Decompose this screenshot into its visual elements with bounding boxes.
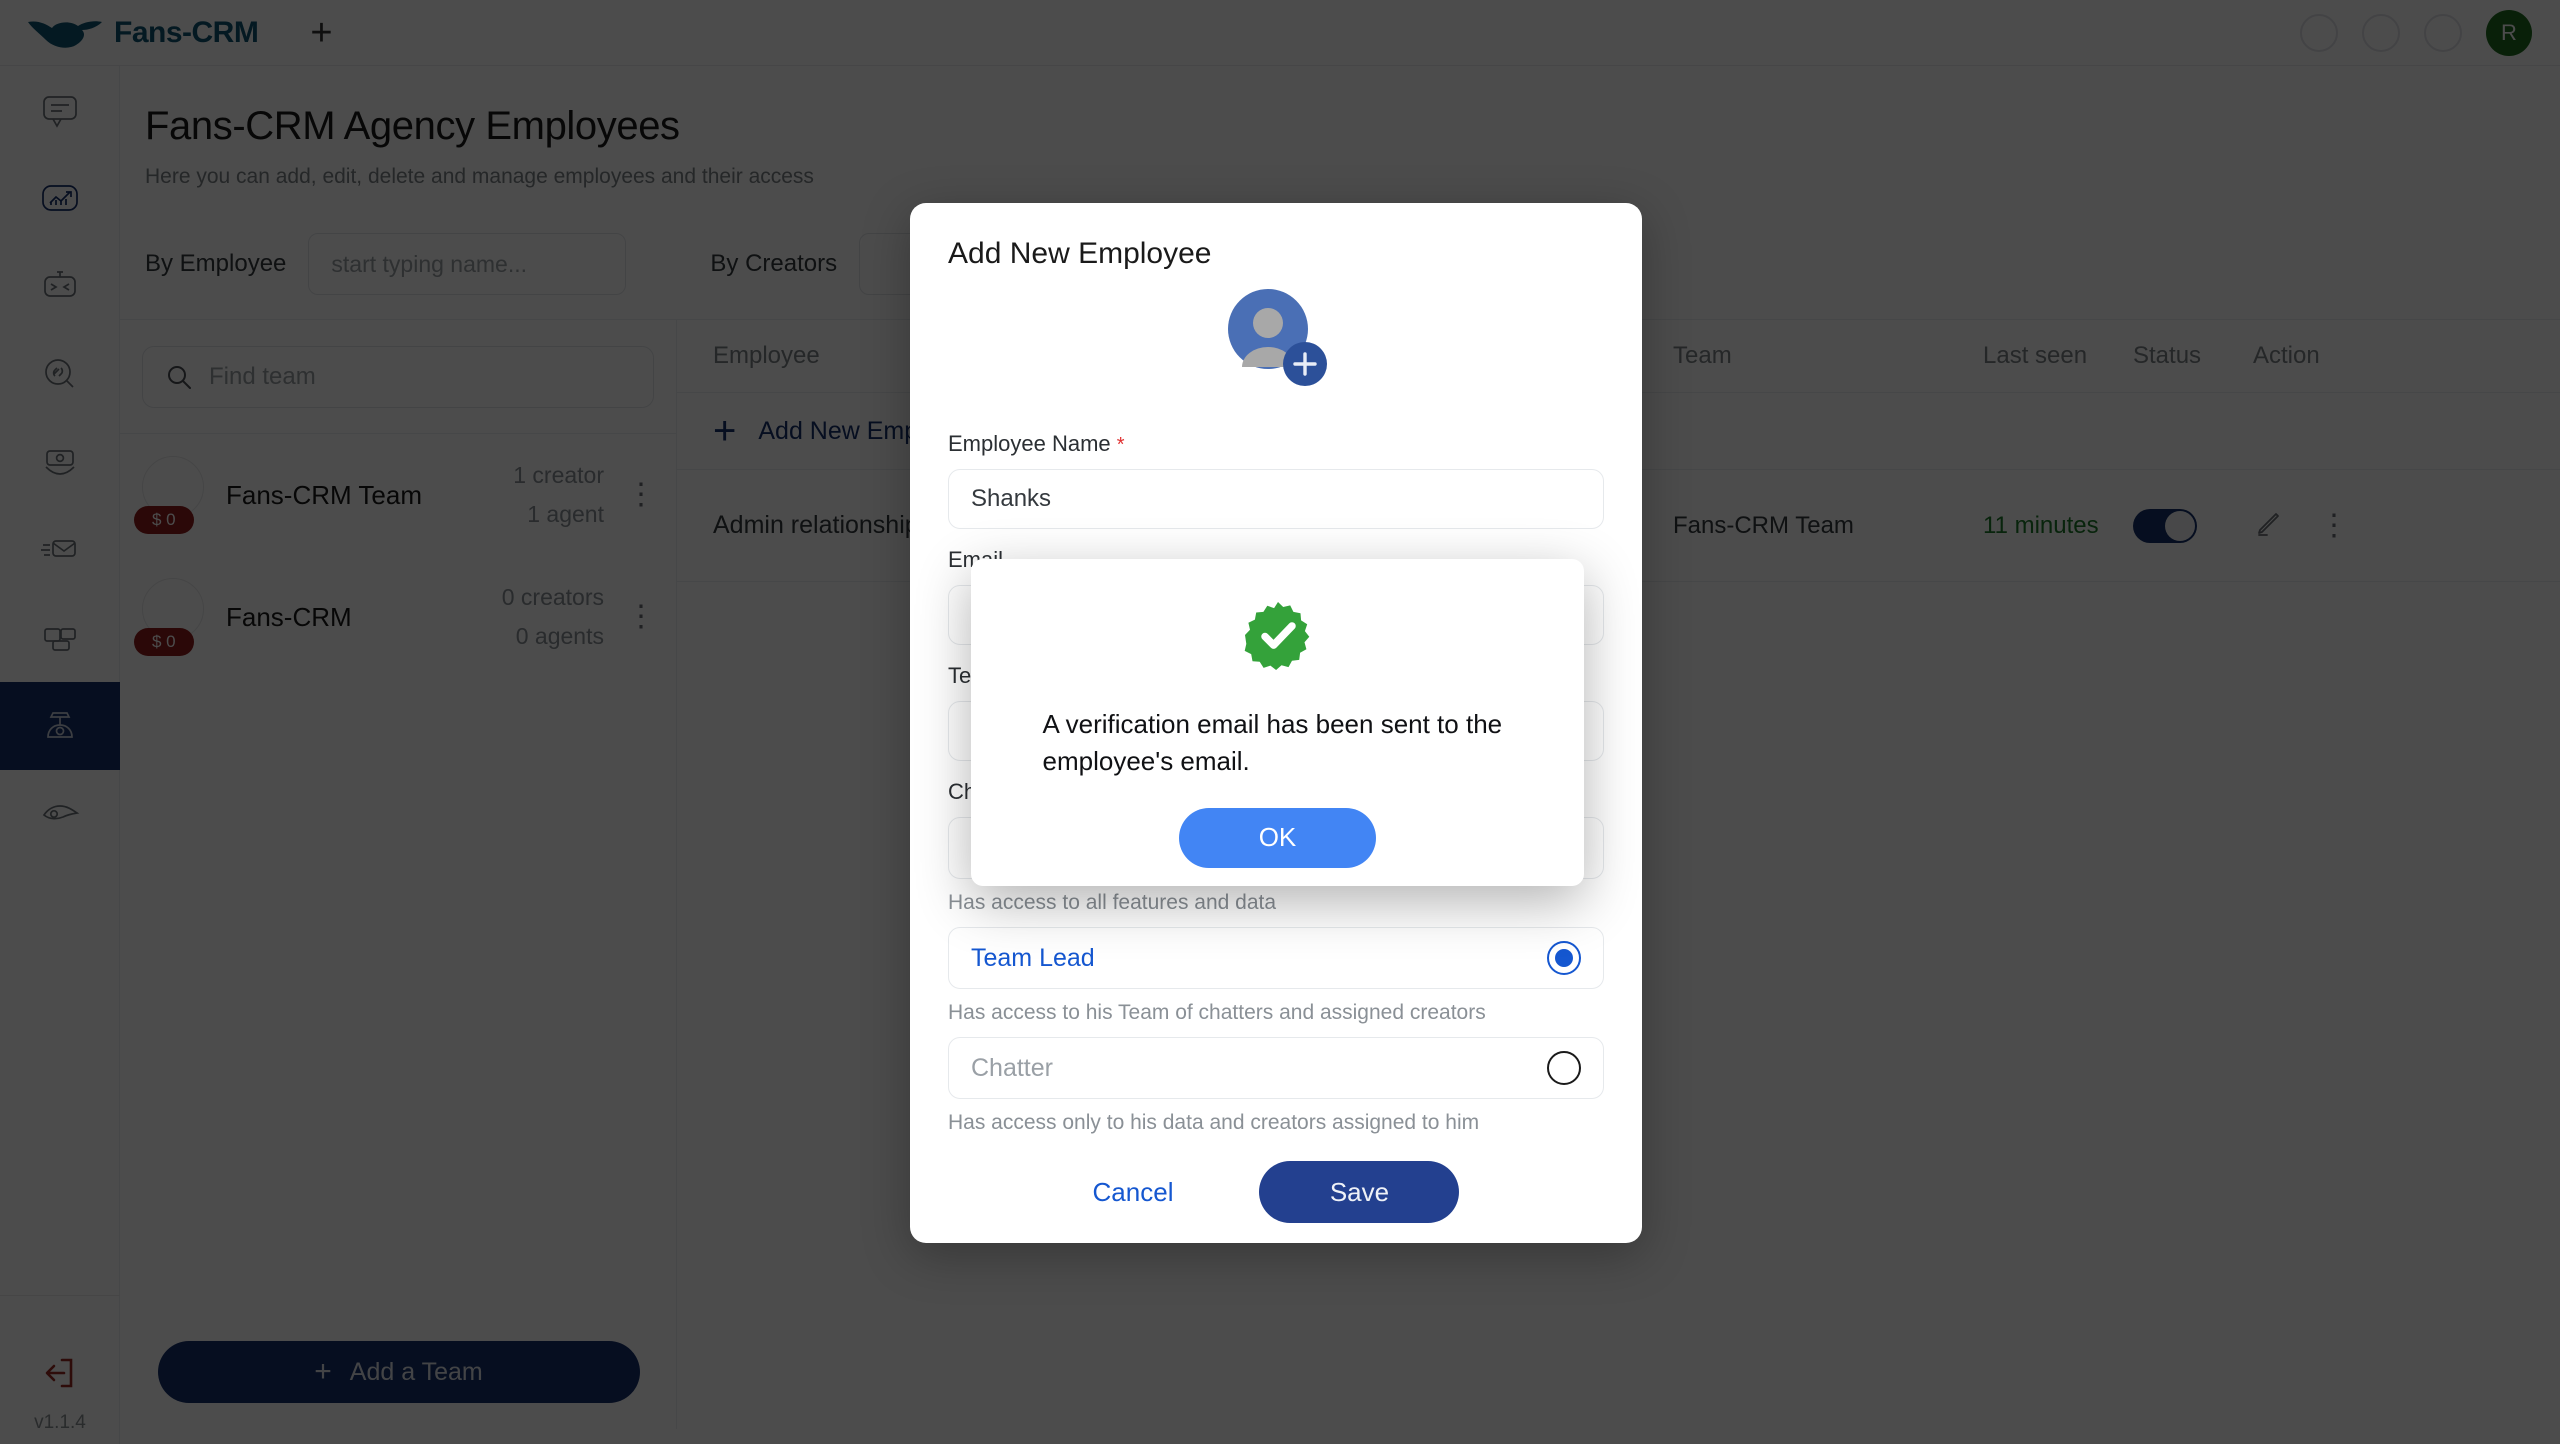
avatar-upload-button[interactable]: [948, 289, 1604, 413]
role-radio-chatter[interactable]: [1547, 1051, 1581, 1085]
role-help-chatter: Has access only to his data and creators…: [948, 1111, 1480, 1134]
verified-check-icon: [1244, 602, 1309, 670]
dialog-actions: Cancel Save: [948, 1161, 1604, 1223]
role-help-team-lead: Has access to his Team of chatters and a…: [948, 1001, 1486, 1024]
employee-name-label: Employee Name *: [948, 431, 1604, 457]
dialog-title: Add New Employee: [948, 237, 1212, 270]
alert-ok-button[interactable]: OK: [1179, 807, 1376, 868]
required-marker: *: [1116, 434, 1125, 456]
app-root: Fans-CRM + R: [0, 0, 2560, 1444]
success-icon-wrap: [1242, 599, 1314, 676]
employee-name-input[interactable]: Shanks: [948, 469, 1604, 529]
employee-name-label-text: Employee Name: [948, 431, 1111, 456]
role-radio-team-lead[interactable]: [1547, 941, 1581, 975]
verification-alert-dialog: A verification email has been sent to th…: [971, 559, 1584, 886]
role-option-team-lead-label: Team Lead: [971, 943, 1095, 972]
save-button[interactable]: Save: [1259, 1161, 1460, 1223]
alert-message: A verification email has been sent to th…: [1042, 709, 1503, 776]
avatar-add-icon: [1228, 289, 1327, 386]
role-option-team-lead[interactable]: Team Lead: [948, 927, 1604, 989]
role-option-chatter-label: Chatter: [971, 1053, 1053, 1082]
cancel-button[interactable]: Cancel: [1093, 1177, 1174, 1208]
role-help-admin: Has access to all features and data: [948, 891, 1277, 914]
role-option-chatter[interactable]: Chatter: [948, 1037, 1604, 1099]
